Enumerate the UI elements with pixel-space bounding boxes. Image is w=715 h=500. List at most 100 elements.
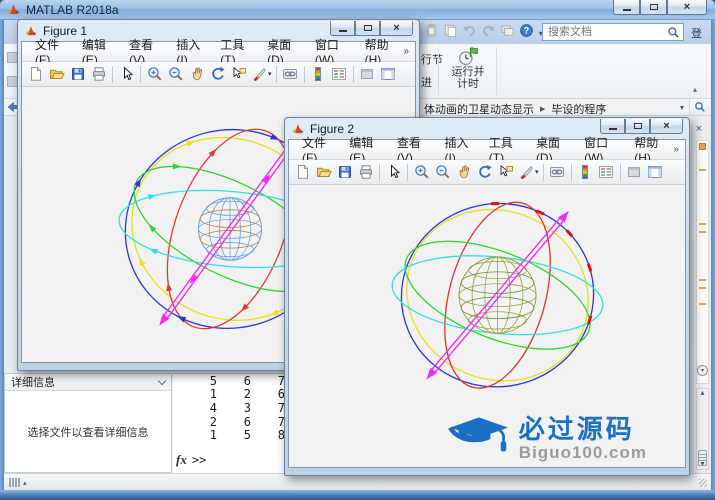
- figure1-minimize-button[interactable]: [330, 21, 355, 36]
- figure1-maximize-button[interactable]: [355, 21, 380, 36]
- code-warning-tick[interactable]: [699, 279, 706, 281]
- figure2-maximize-button[interactable]: [625, 119, 650, 134]
- edit-arrow-button[interactable]: [383, 162, 404, 183]
- pan-button[interactable]: [453, 162, 474, 183]
- scrollbar-track[interactable]: [697, 398, 708, 466]
- legend-icon: [331, 66, 347, 82]
- breadcrumb-current[interactable]: 毕设的程序: [551, 101, 606, 117]
- code-analyzer-indicator[interactable]: [699, 143, 706, 150]
- link-plot-button[interactable]: [547, 162, 568, 183]
- editor-tab-close-icon[interactable]: ×: [696, 124, 702, 135]
- copy-icon: [443, 23, 459, 39]
- data-cursor-button[interactable]: [495, 162, 516, 183]
- rotate3d-button[interactable]: [474, 162, 495, 183]
- command-window[interactable]: 567126437267158 fx >>: [173, 373, 294, 473]
- search-input[interactable]: [546, 25, 667, 39]
- figure2-close-button[interactable]: ×: [650, 119, 683, 134]
- search-icon[interactable]: [667, 26, 680, 39]
- hide-plot-tools-button[interactable]: [357, 64, 378, 85]
- brush-dropdown-icon[interactable]: ▾: [535, 168, 539, 176]
- new-figure-button[interactable]: [292, 162, 313, 183]
- toolbar-separator: [112, 65, 113, 83]
- code-warning-tick[interactable]: [699, 287, 706, 289]
- run-and-time-button[interactable]: 运行并 计时: [443, 46, 493, 97]
- copy-button[interactable]: [443, 23, 459, 43]
- figure2-menubar: 文件(F) 编辑(E) 查看(V) 插入(I) 工具(T) 桌面(D) 窗口(W) 帮助(H)…: [289, 136, 685, 165]
- doc-search-box[interactable]: [542, 23, 684, 41]
- menu-overflow-icon[interactable]: »: [403, 46, 411, 57]
- scrollbar-thumb[interactable]: [698, 450, 707, 466]
- main-window-titlebar[interactable]: MATLAB R2018a ×: [0, 0, 715, 20]
- editor-scrollbar[interactable]: ▲ ▼: [696, 388, 709, 470]
- code-warning-tick[interactable]: [699, 231, 706, 233]
- legend-button[interactable]: [329, 64, 350, 85]
- print-figure-button[interactable]: [88, 64, 109, 85]
- rotate3d-button[interactable]: [207, 64, 228, 85]
- code-warning-tick[interactable]: [699, 303, 706, 305]
- maximize-icon: [649, 4, 658, 10]
- pan-button[interactable]: [186, 64, 207, 85]
- toolbar-separator: [352, 65, 354, 83]
- zoom-out-icon: [168, 66, 184, 82]
- figure2-window[interactable]: Figure 2 × 文件(F) 编辑(E) 查看(V) 插入(I) 工具(T) 桌面(D…: [284, 117, 690, 476]
- legend-button[interactable]: [596, 162, 617, 183]
- open-file-button[interactable]: [313, 162, 334, 183]
- figure1-close-button[interactable]: ×: [380, 21, 413, 36]
- matlab-logo-icon: [24, 25, 38, 37]
- zoom-out-button[interactable]: [432, 162, 453, 183]
- link-plot-button[interactable]: [280, 64, 301, 85]
- chevron-down-icon[interactable]: [157, 376, 167, 385]
- figure2-minimize-button[interactable]: [600, 119, 625, 134]
- data-cursor-button[interactable]: [228, 64, 249, 85]
- watermark: 必过源码 Biguo100.com: [446, 415, 647, 461]
- brush-button[interactable]: [516, 162, 537, 183]
- hide-plot-tools-button[interactable]: [624, 162, 645, 183]
- code-warning-tick[interactable]: [699, 223, 706, 225]
- show-plot-tools-button[interactable]: [645, 162, 666, 183]
- figure2-axes[interactable]: 必过源码 Biguo100.com: [289, 185, 685, 467]
- main-maximize-button[interactable]: [640, 0, 667, 15]
- breadcrumb-dropdown-icon[interactable]: ▾: [680, 103, 684, 112]
- command-prompt[interactable]: fx >>: [176, 452, 206, 468]
- colorbar-icon: [577, 164, 593, 180]
- paste-icon: [424, 23, 440, 39]
- details-panel-header[interactable]: 详细信息: [5, 374, 171, 391]
- brush-button[interactable]: [249, 64, 270, 85]
- run-and-time-label-line2: 计时: [457, 78, 479, 90]
- rotate3d-icon: [477, 164, 493, 180]
- main-close-button[interactable]: ×: [667, 0, 707, 15]
- figure1-menubar: 文件(F) 编辑(E) 查看(V) 插入(I) 工具(T) 桌面(D) 窗口(W) 帮助(H)…: [22, 38, 415, 67]
- open-file-button[interactable]: [46, 64, 67, 85]
- brush-dropdown-icon[interactable]: ▾: [268, 70, 272, 78]
- save-figure-button[interactable]: [67, 64, 88, 85]
- switch-window-button[interactable]: [500, 23, 516, 43]
- show-plot-tools-icon: [647, 164, 663, 180]
- paste-button[interactable]: [424, 23, 440, 43]
- colorbar-button[interactable]: [308, 64, 329, 85]
- help-button[interactable]: ?: [519, 23, 535, 43]
- activity-bars-icon[interactable]: ▴: [9, 478, 27, 487]
- main-minimize-button[interactable]: [613, 0, 640, 15]
- breadcrumb-parent[interactable]: 体动画的卫星动态显示: [424, 101, 534, 117]
- colorbar-button[interactable]: [575, 162, 596, 183]
- message-indicator-icon[interactable]: ▾: [697, 365, 708, 376]
- close-icon: ×: [663, 119, 670, 132]
- undo-button[interactable]: [462, 23, 478, 43]
- print-figure-button[interactable]: [355, 162, 376, 183]
- menu-overflow-icon[interactable]: »: [673, 144, 681, 155]
- zoom-in-button[interactable]: [411, 162, 432, 183]
- code-warning-tick[interactable]: [699, 169, 706, 171]
- toolstrip-collapse-icon[interactable]: ▴: [693, 85, 697, 94]
- show-plot-tools-button[interactable]: [378, 64, 399, 85]
- minimize-icon: [338, 29, 347, 32]
- breadcrumb-search-button[interactable]: [689, 99, 710, 115]
- save-figure-button[interactable]: [334, 162, 355, 183]
- resize-grip[interactable]: [699, 479, 707, 487]
- scroll-up-icon[interactable]: ▲: [699, 389, 706, 398]
- zoom-out-button[interactable]: [165, 64, 186, 85]
- new-figure-button[interactable]: [25, 64, 46, 85]
- edit-arrow-button[interactable]: [116, 64, 137, 85]
- redo-button[interactable]: [481, 23, 497, 43]
- figure2-window-controls: ×: [600, 119, 683, 134]
- zoom-in-button[interactable]: [144, 64, 165, 85]
